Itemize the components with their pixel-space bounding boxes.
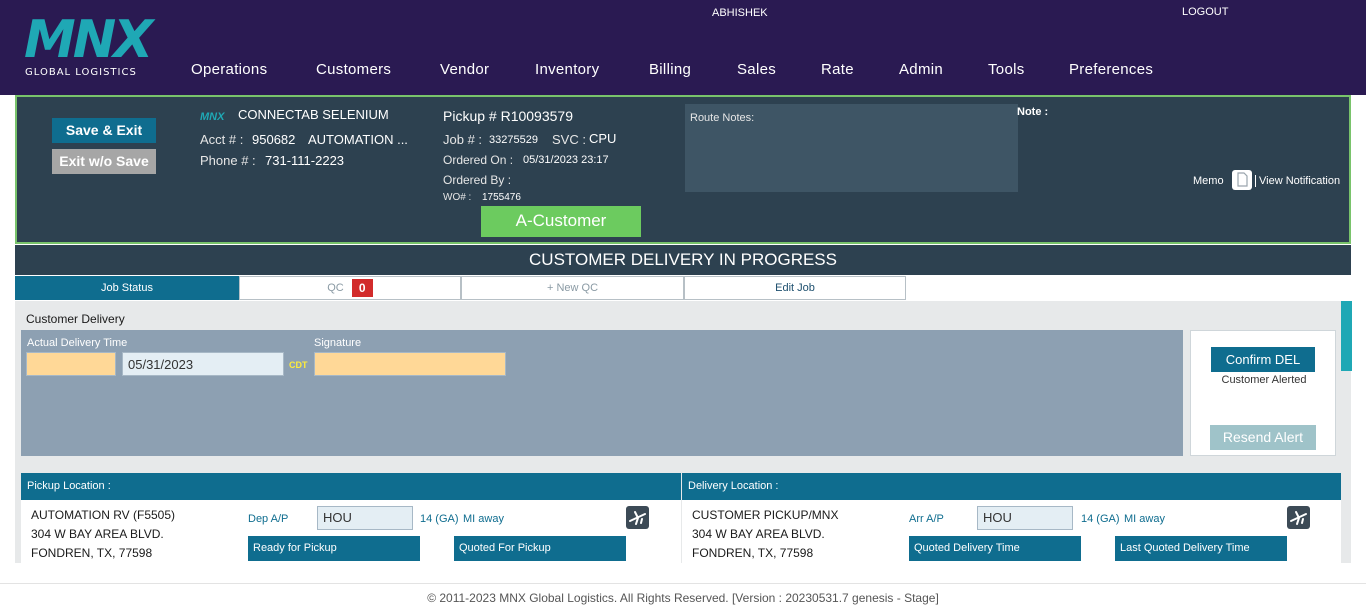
tab-qc-label: QC	[327, 282, 344, 294]
pickup-distance: 14 (GA)	[420, 513, 459, 525]
nav-operations[interactable]: Operations	[191, 61, 267, 78]
nav-tools[interactable]: Tools	[988, 61, 1025, 78]
job-header-panel: Save & Exit Exit w/o Save MNX CONNECTAB …	[15, 95, 1351, 244]
nav-rate[interactable]: Rate	[821, 61, 854, 78]
tab-edit-job[interactable]: Edit Job	[684, 276, 906, 300]
svc-value: CPU	[589, 131, 617, 146]
app-root: MNX GLOBAL LOGISTICS ABHISHEK LOGOUT Ope…	[0, 0, 1366, 612]
dep-ap-label: Dep A/P	[248, 513, 289, 525]
delivery-mi-away: MI away	[1124, 513, 1165, 525]
job-label: Job # :	[443, 132, 483, 147]
logo-subtitle: GLOBAL LOGISTICS	[25, 67, 137, 78]
signature-label: Signature	[314, 337, 362, 349]
confirm-delivery-box: Confirm DEL Customer Alerted Resend Aler…	[1190, 330, 1336, 456]
current-user: ABHISHEK	[712, 7, 768, 19]
confirm-del-button[interactable]: Confirm DEL	[1211, 347, 1315, 372]
pickup-plane-icon[interactable]	[626, 506, 649, 529]
tab-qc[interactable]: QC 0	[239, 276, 461, 300]
logout-link[interactable]: LOGOUT	[1182, 6, 1228, 18]
timezone-label: CDT	[289, 360, 308, 370]
footer-copyright: © 2011-2023 MNX Global Logistics. All Ri…	[0, 583, 1366, 612]
quoted-for-pickup-header: Quoted For Pickup	[454, 536, 626, 561]
svc-label: SVC :	[552, 132, 586, 147]
logo-text: MNX	[24, 10, 153, 70]
delivery-address-line1: CUSTOMER PICKUP/MNX	[692, 508, 839, 522]
delivery-distance: 14 (GA)	[1081, 513, 1120, 525]
delivery-location-panel: Delivery Location : CUSTOMER PICKUP/MNX …	[682, 473, 1341, 563]
delivery-plane-icon[interactable]	[1287, 506, 1310, 529]
acct-number: 950682	[252, 132, 296, 147]
view-notification-link[interactable]: View Notification	[1255, 175, 1340, 187]
job-number: 33275529	[489, 134, 538, 146]
nav-customers[interactable]: Customers	[316, 61, 391, 78]
acct-label: Acct # :	[200, 132, 244, 147]
job-status-text: CUSTOMER DELIVERY IN PROGRESS	[529, 250, 837, 269]
wo-number: 1755476	[482, 192, 521, 203]
memo-link[interactable]: Memo	[1193, 175, 1224, 187]
qc-count-badge: 0	[351, 279, 373, 298]
customer-alerted-text: Customer Alerted	[1221, 374, 1307, 386]
delivery-date-input[interactable]	[122, 352, 284, 376]
pickup-location-panel: Pickup Location : AUTOMATION RV (F5505) …	[21, 473, 681, 563]
arr-airport-input[interactable]: HOU	[977, 506, 1073, 530]
actual-delivery-time-label: Actual Delivery Time	[27, 337, 128, 349]
tab-new-qc[interactable]: + New QC	[461, 276, 684, 300]
delivery-address-line3: FONDREN, TX, 77598	[692, 546, 814, 560]
nav-sales[interactable]: Sales	[737, 61, 776, 78]
resend-alert-button[interactable]: Resend Alert	[1210, 425, 1316, 450]
pickup-location-title: Pickup Location :	[21, 473, 681, 500]
ordered-on-value: 05/31/2023 23:17	[523, 154, 609, 166]
pickup-number: Pickup # R10093579	[443, 108, 573, 124]
last-quoted-delivery-time-header: Last Quoted Delivery Time	[1115, 536, 1287, 561]
nav-inventory[interactable]: Inventory	[535, 61, 599, 78]
nav-billing[interactable]: Billing	[649, 61, 691, 78]
phone-label: Phone # :	[200, 153, 256, 168]
acct-name: AUTOMATION ...	[308, 132, 408, 147]
phone-number: 731-111-2223	[265, 153, 345, 168]
nav-vendor[interactable]: Vendor	[440, 61, 489, 78]
content-scrollbar[interactable]	[1341, 301, 1352, 371]
a-customer-badge[interactable]: A-Customer	[481, 206, 641, 237]
tab-job-status[interactable]: Job Status	[15, 276, 239, 300]
delivery-location-title: Delivery Location :	[682, 473, 1341, 500]
memo-doc-icon[interactable]	[1232, 170, 1252, 190]
wo-label: WO# :	[443, 192, 472, 203]
route-notes-label: Route Notes:	[690, 112, 755, 124]
nav-preferences[interactable]: Preferences	[1069, 61, 1153, 78]
customer-name: CONNECTAB SELENIUM	[238, 107, 389, 122]
customer-delivery-title: Customer Delivery	[26, 312, 125, 326]
pickup-address-line1: AUTOMATION RV (F5505)	[31, 508, 176, 522]
ordered-on-label: Ordered On :	[443, 153, 514, 167]
main-content: Customer Delivery Actual Delivery Time C…	[15, 301, 1351, 563]
ordered-by-label: Ordered By :	[443, 173, 512, 187]
ready-for-pickup-header: Ready for Pickup	[248, 536, 420, 561]
nav-admin[interactable]: Admin	[899, 61, 943, 78]
pickup-mi-away: MI away	[463, 513, 504, 525]
delivery-address-line2: 304 W BAY AREA BLVD.	[692, 527, 825, 541]
signature-input[interactable]	[314, 352, 506, 376]
mnx-small-logo: MNX	[200, 111, 225, 123]
pickup-address-line3: FONDREN, TX, 77598	[31, 546, 153, 560]
mnx-logo[interactable]: MNX GLOBAL LOGISTICS	[24, 14, 164, 80]
top-navigation: MNX GLOBAL LOGISTICS ABHISHEK LOGOUT Ope…	[0, 0, 1366, 95]
arr-ap-label: Arr A/P	[909, 513, 944, 525]
customer-delivery-form: Actual Delivery Time CDT Signature	[21, 330, 1183, 456]
note-label: Note :	[1017, 106, 1049, 118]
pickup-address-line2: 304 W BAY AREA BLVD.	[31, 527, 164, 541]
job-status-bar: CUSTOMER DELIVERY IN PROGRESS	[15, 245, 1351, 275]
save-exit-button[interactable]: Save & Exit	[52, 118, 156, 143]
quoted-delivery-time-header: Quoted Delivery Time	[909, 536, 1081, 561]
route-notes-box[interactable]: Route Notes:	[685, 104, 1018, 192]
dep-airport-input[interactable]: HOU	[317, 506, 413, 530]
exit-without-save-button[interactable]: Exit w/o Save	[52, 149, 156, 174]
actual-delivery-time-input[interactable]	[26, 352, 116, 376]
